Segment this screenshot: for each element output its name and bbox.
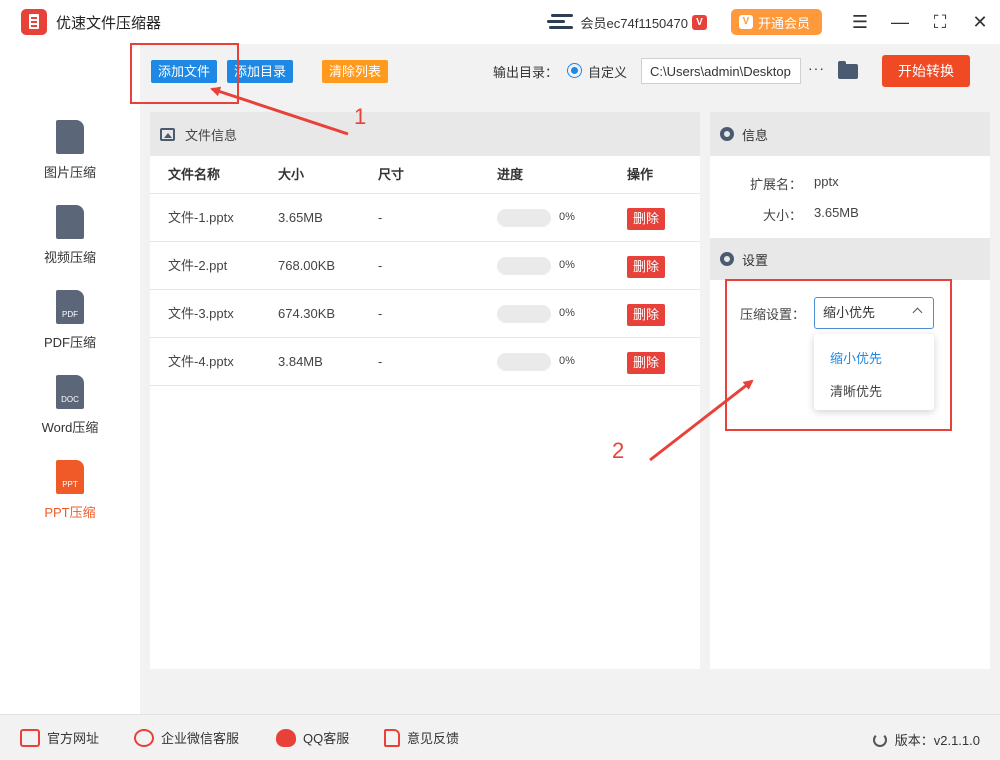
footer-qq-link[interactable]: QQ客服 (276, 728, 349, 747)
feedback-icon (384, 728, 400, 747)
refresh-icon (872, 732, 887, 747)
website-icon (20, 728, 40, 747)
version-info: 版本：v2.1.1.0 (872, 730, 980, 749)
footer-wechat-label: 企业微信客服 (161, 731, 240, 746)
footer: 官方网址 企业微信客服 QQ客服 意见反馈 版本：v2.1.1.0 (0, 714, 1000, 760)
qq-icon (276, 728, 296, 747)
version-label: 版本：v2.1.1.0 (894, 733, 980, 748)
footer-feedback-link[interactable]: 意见反馈 (384, 728, 459, 747)
wechat-icon (134, 728, 154, 747)
annotation-arrows (210, 86, 754, 462)
footer-qq-label: QQ客服 (303, 731, 350, 746)
annotation-arrow-1 (210, 86, 349, 136)
footer-wechat-link[interactable]: 企业微信客服 (134, 728, 239, 747)
footer-website-link[interactable]: 官方网址 (20, 728, 99, 747)
footer-website-label: 官方网址 (47, 731, 100, 746)
footer-feedback-label: 意见反馈 (407, 731, 460, 746)
annotation-arrow-2 (649, 379, 754, 462)
